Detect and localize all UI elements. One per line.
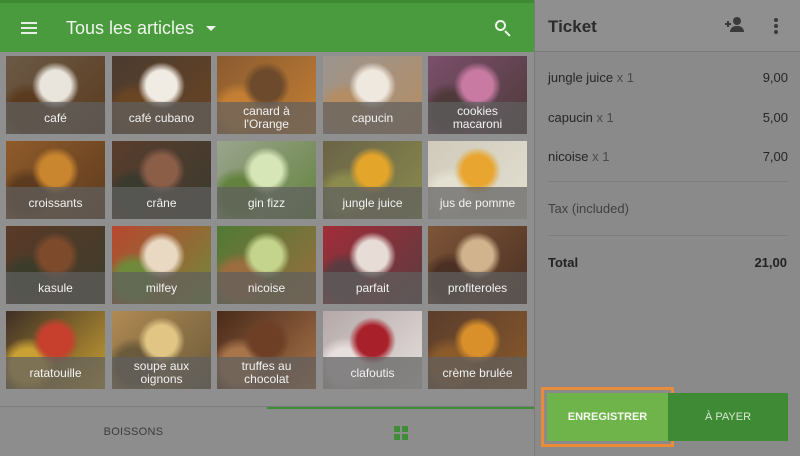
product-label: café: [6, 102, 105, 134]
product-label: jungle juice: [323, 187, 422, 219]
line-item-name: jungle juice: [548, 70, 614, 85]
ticket-title: Ticket: [548, 17, 597, 36]
product-tile[interactable]: café: [6, 56, 105, 134]
product-tile[interactable]: jungle juice: [323, 141, 422, 219]
items-toolbar: Tous les articles: [0, 0, 534, 52]
product-tile[interactable]: soupe aux oignons: [112, 311, 211, 389]
line-item-qty: x 1: [616, 70, 635, 85]
product-tile[interactable]: milfey: [112, 226, 211, 304]
product-label: crème brulée: [428, 357, 527, 389]
product-label: parfait: [323, 272, 422, 304]
tab-boissons[interactable]: BOISSONS: [0, 407, 267, 456]
product-tile[interactable]: kasule: [6, 226, 105, 304]
product-tile[interactable]: ratatouille: [6, 311, 105, 389]
product-tile[interactable]: parfait: [323, 226, 422, 304]
product-label: jus de pomme: [428, 187, 527, 219]
line-item-price: 9,00: [762, 70, 788, 85]
line-item-name: capucin: [548, 110, 593, 125]
line-item-price: 5,00: [762, 110, 788, 125]
product-tile[interactable]: crâne: [112, 141, 211, 219]
save-ticket-button[interactable]: ENREGISTRER: [541, 387, 674, 447]
product-tile[interactable]: nicoise: [217, 226, 316, 304]
ticket-line[interactable]: capucin x 1 5,00: [548, 110, 788, 130]
product-tile[interactable]: croissants: [6, 141, 105, 219]
product-tile[interactable]: canard à l'Orange: [217, 56, 316, 134]
product-tile[interactable]: café cubano: [112, 56, 211, 134]
product-tile[interactable]: capucin: [323, 56, 422, 134]
product-tile[interactable]: jus de pomme: [428, 141, 527, 219]
product-tile[interactable]: cookies macaroni: [428, 56, 527, 134]
pos-app: Tous les articles café café cubano canard …: [0, 0, 800, 456]
product-label: canard à l'Orange: [217, 102, 316, 134]
product-label: croissants: [6, 187, 105, 219]
product-label: soupe aux oignons: [112, 357, 211, 389]
product-label: milfey: [112, 272, 211, 304]
total-value: 21,00: [754, 255, 787, 270]
product-tile[interactable]: gin fizz: [217, 141, 316, 219]
product-label: nicoise: [217, 272, 316, 304]
line-item-price: 7,00: [762, 149, 788, 164]
bottom-tabs: BOISSONS: [0, 406, 534, 456]
product-label: kasule: [6, 272, 105, 304]
divider: [548, 235, 788, 236]
product-label: profiteroles: [428, 272, 527, 304]
tab-all-items-grid[interactable]: [267, 407, 534, 456]
ticket-line[interactable]: nicoise x 1 7,00: [548, 149, 788, 169]
category-dropdown[interactable]: Tous les articles: [66, 14, 217, 42]
product-tile[interactable]: clafoutis: [323, 311, 422, 389]
product-label: ratatouille: [6, 357, 105, 389]
items-panel: Tous les articles café café cubano canard …: [0, 0, 534, 456]
line-item-name: nicoise: [548, 149, 589, 164]
divider: [548, 181, 788, 182]
product-label: crâne: [112, 187, 211, 219]
charge-button[interactable]: À PAYER: [668, 393, 788, 441]
category-title: Tous les articles: [66, 17, 195, 38]
ticket-toolbar: Ticket: [535, 0, 800, 52]
tax-label: Tax (included): [548, 201, 629, 216]
product-tile[interactable]: profiteroles: [428, 226, 527, 304]
product-label: gin fizz: [217, 187, 316, 219]
product-label: café cubano: [112, 102, 211, 134]
grid-icon: [393, 426, 408, 440]
ticket-line[interactable]: jungle juice x 1 9,00: [548, 70, 788, 90]
product-label: cookies macaroni: [428, 102, 527, 134]
line-item-qty: x 1: [592, 149, 610, 164]
add-customer-icon[interactable]: [725, 16, 747, 36]
product-label: clafoutis: [323, 357, 422, 389]
product-tile[interactable]: crème brulée: [428, 311, 527, 389]
product-tile[interactable]: truffes au chocolat: [217, 311, 316, 389]
total-label: Total: [548, 255, 579, 270]
menu-icon[interactable]: [18, 16, 42, 40]
product-label: capucin: [323, 102, 422, 134]
caret-down-icon: [206, 25, 217, 31]
search-icon[interactable]: [492, 17, 514, 39]
product-grid: café café cubano canard à l'Orange capucin c…: [6, 56, 528, 390]
ticket-panel: Ticket jungle juice x 1 9,00 capucin x 1…: [534, 0, 800, 456]
line-item-qty: x 1: [596, 110, 614, 125]
product-label: truffes au chocolat: [217, 357, 316, 389]
more-vertical-icon[interactable]: [769, 16, 783, 36]
